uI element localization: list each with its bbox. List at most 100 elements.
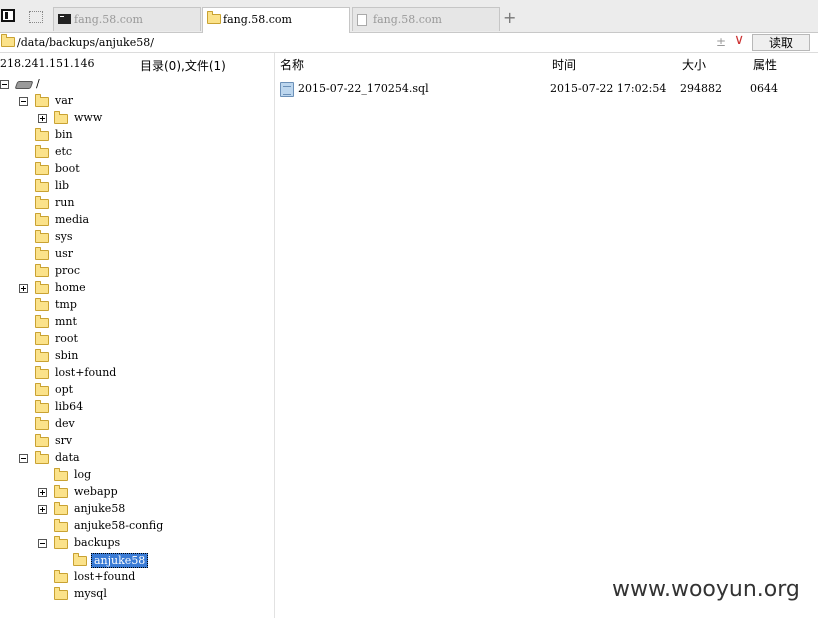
tree-label: sbin [55, 349, 79, 362]
folder-icon [1, 34, 15, 50]
address-bar: ± ∨ 读取 [0, 32, 818, 53]
server-ip: 218.241.151.146 [0, 57, 95, 70]
sql-file-icon [280, 82, 294, 97]
path-input[interactable] [17, 35, 697, 50]
folder-icon [35, 434, 49, 447]
folder-icon [35, 383, 49, 396]
folder-icon [35, 451, 49, 464]
sidebar-toggle-icon[interactable] [1, 9, 15, 22]
tree-label: lost+found [55, 366, 117, 379]
tree-label: backups [74, 536, 121, 549]
tab-1[interactable]: fang.58.com [53, 7, 201, 31]
folder-icon [54, 536, 68, 549]
tree-label: mnt [55, 315, 77, 328]
tree-label: bin [55, 128, 73, 141]
folder-icon [35, 179, 49, 192]
folder-icon [35, 94, 49, 107]
new-tab-button[interactable]: + [503, 8, 516, 27]
pane-divider[interactable] [274, 53, 275, 618]
folder-icon [54, 587, 68, 600]
tab-label: fang.58.com [74, 13, 143, 26]
tree-label: tmp [55, 298, 77, 311]
collapse-icon[interactable] [0, 80, 9, 89]
blank-page-icon[interactable] [29, 11, 43, 23]
folder-icon [54, 468, 68, 481]
folder-icon [54, 111, 68, 124]
drive-icon [14, 81, 34, 89]
folder-icon [35, 162, 49, 175]
expand-icon[interactable] [38, 114, 47, 123]
tree-label: run [55, 196, 75, 209]
tree-label: boot [55, 162, 80, 175]
file-attr: 0644 [750, 82, 778, 95]
column-header-size[interactable]: 大小 [682, 56, 706, 73]
tree-label: var [55, 94, 74, 107]
folder-icon [35, 417, 49, 430]
tab-label: fang.58.com [223, 13, 292, 26]
collapse-icon[interactable] [19, 454, 28, 463]
folder-icon [35, 400, 49, 413]
file-row[interactable]: 2015-07-22_170254.sql 2015-07-22 17:02:5… [280, 80, 810, 98]
folder-icon [35, 128, 49, 141]
dir-file-count: 目录(0),文件(1) [140, 59, 226, 73]
expand-icon[interactable] [38, 488, 47, 497]
watermark: www.wooyun.org [612, 577, 800, 602]
tree-label: media [55, 213, 90, 226]
tab-2[interactable]: fang.58.com [202, 7, 350, 33]
folder-icon [54, 502, 68, 515]
tree-label: anjuke58-config [74, 519, 164, 532]
tree-label: srv [55, 434, 73, 447]
tree-label: dev [55, 417, 75, 430]
column-header-name[interactable]: 名称 [280, 56, 304, 73]
folder-icon [35, 230, 49, 243]
tree-label: data [55, 451, 80, 464]
tab-bar: fang.58.com fang.58.com fang.58.com + [0, 0, 818, 33]
tree-label: opt [55, 383, 74, 396]
folder-icon [35, 247, 49, 260]
folder-icon [35, 281, 49, 294]
column-header-time[interactable]: 时间 [552, 56, 576, 73]
tree-label: / [36, 77, 40, 90]
collapse-icon[interactable] [38, 539, 47, 548]
file-name: 2015-07-22_170254.sql [298, 82, 429, 95]
folder-icon [54, 485, 68, 498]
file-size: 294882 [680, 82, 722, 95]
tab-3[interactable]: fang.58.com [352, 7, 500, 31]
page-icon [357, 14, 367, 26]
folder-icon [35, 349, 49, 362]
column-header-attr[interactable]: 属性 [753, 56, 777, 73]
tree-label-selected: anjuke58 [91, 553, 149, 568]
tree-label: webapp [74, 485, 118, 498]
terminal-icon [58, 14, 71, 24]
tree-label: etc [55, 145, 73, 158]
folder-icon [35, 366, 49, 379]
tree-label: www [74, 111, 103, 124]
folder-icon [35, 315, 49, 328]
tree-label: anjuke58 [74, 502, 126, 515]
tree-label: proc [55, 264, 81, 277]
chevron-down-icon[interactable]: ∨ [734, 32, 744, 48]
tab-label: fang.58.com [373, 13, 442, 26]
folder-icon [35, 264, 49, 277]
read-button[interactable]: 读取 [752, 34, 810, 51]
folder-icon [207, 11, 221, 27]
bookmark-icon[interactable]: ± [716, 35, 726, 49]
tree-label: lib [55, 179, 70, 192]
collapse-icon[interactable] [19, 97, 28, 106]
folder-icon [73, 553, 87, 566]
tree-label: log [74, 468, 92, 481]
folder-icon [35, 332, 49, 345]
tree-label: mysql [74, 587, 107, 600]
tree-label: lib64 [55, 400, 84, 413]
expand-icon[interactable] [38, 505, 47, 514]
folder-icon [54, 570, 68, 583]
tree-label: root [55, 332, 78, 345]
folder-icon [35, 298, 49, 311]
tree-label: usr [55, 247, 73, 260]
folder-icon [35, 145, 49, 158]
file-time: 2015-07-22 17:02:54 [550, 82, 667, 95]
folder-icon [54, 519, 68, 532]
tree-label: sys [55, 230, 73, 243]
expand-icon[interactable] [19, 284, 28, 293]
folder-icon [35, 196, 49, 209]
